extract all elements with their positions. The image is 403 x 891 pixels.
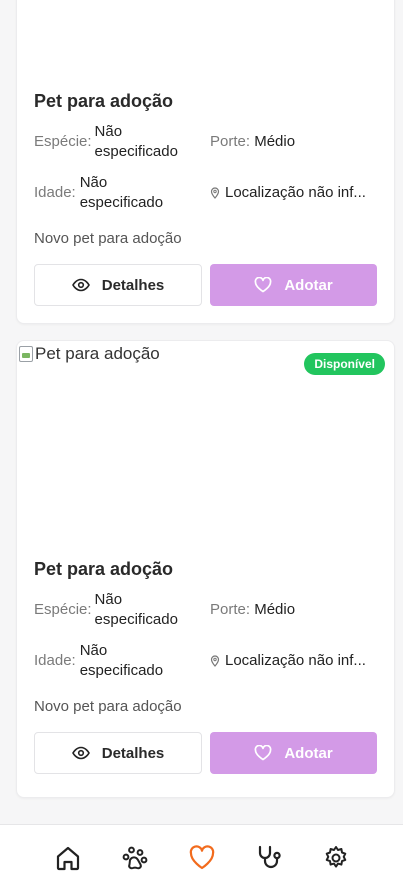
broken-image-icon <box>19 346 33 362</box>
home-icon <box>56 846 79 871</box>
species-label: Espécie: <box>34 133 92 150</box>
age-label: Idade: <box>34 652 76 669</box>
details-button[interactable]: Detalhes <box>34 732 202 774</box>
pet-description: Novo pet para adoção <box>34 698 182 715</box>
location-pin-icon <box>210 655 220 667</box>
pet-info: Espécie: Não especificado Porte: Médio I… <box>34 122 377 222</box>
species-value: Não especificado <box>94 591 178 628</box>
adopt-label: Adotar <box>284 744 333 762</box>
adopt-button[interactable]: Adotar <box>210 732 377 774</box>
pet-info: Espécie: Não especificado Porte: Médio I… <box>34 590 377 690</box>
details-label: Detalhes <box>101 744 165 762</box>
nav-home[interactable] <box>52 842 84 874</box>
pet-photo: Pet para adoção Disponível <box>17 341 394 559</box>
eye-icon <box>71 746 90 760</box>
age-value: Não especificado <box>79 642 164 679</box>
card-actions: Detalhes Adotar <box>34 264 377 306</box>
adoption-screen: Pet para adoção Espécie: Não especificad… <box>0 0 403 891</box>
details-button[interactable]: Detalhes <box>34 264 202 306</box>
species-info: Espécie: Não especificado <box>34 122 195 162</box>
size-value: Médio <box>254 601 296 618</box>
size-info: Porte: Médio <box>210 600 295 620</box>
age-info: Idade: Não especificado <box>34 173 180 213</box>
gear-icon <box>325 846 346 868</box>
heart-icon <box>254 277 272 293</box>
details-label: Detalhes <box>101 276 165 294</box>
adopt-label: Adotar <box>284 276 333 294</box>
eye-icon <box>71 278 90 292</box>
age-label: Idade: <box>34 184 76 201</box>
species-info: Espécie: Não especificado <box>34 590 195 630</box>
location-value: Localização não inf... <box>225 184 366 201</box>
heart-icon <box>189 845 214 870</box>
image-alt-text: Pet para adoção <box>35 344 160 363</box>
size-label: Porte: <box>210 601 251 618</box>
stethoscope-icon <box>258 845 281 869</box>
size-value: Médio <box>254 133 296 150</box>
location-info: Localização não inf... <box>210 651 366 671</box>
location-value: Localização não inf... <box>225 652 366 669</box>
pet-title: Pet para adoção <box>34 91 174 111</box>
bottom-nav <box>0 824 403 891</box>
status-badge: Disponível <box>304 353 385 375</box>
pet-title: Pet para adoção <box>34 559 174 579</box>
nav-pets[interactable] <box>119 842 151 874</box>
pet-card: Pet para adoção Disponível Pet para adoç… <box>16 340 395 798</box>
species-value: Não especificado <box>94 123 178 160</box>
heart-icon <box>254 745 272 761</box>
card-actions: Detalhes Adotar <box>34 732 377 774</box>
species-label: Espécie: <box>34 601 92 618</box>
location-info: Localização não inf... <box>210 183 366 203</box>
location-pin-icon <box>210 187 220 199</box>
size-info: Porte: Médio <box>210 132 295 152</box>
age-info: Idade: Não especificado <box>34 641 180 681</box>
adopt-button[interactable]: Adotar <box>210 264 377 306</box>
paw-icon <box>122 846 147 870</box>
size-label: Porte: <box>210 133 251 150</box>
broken-image: Pet para adoção <box>19 344 160 364</box>
pet-description: Novo pet para adoção <box>34 230 182 247</box>
pet-card: Pet para adoção Espécie: Não especificad… <box>16 0 395 324</box>
age-value: Não especificado <box>79 174 164 211</box>
nav-health[interactable] <box>253 842 285 874</box>
nav-settings[interactable] <box>320 842 352 874</box>
nav-favorites[interactable] <box>186 842 218 874</box>
pet-photo <box>17 0 394 91</box>
